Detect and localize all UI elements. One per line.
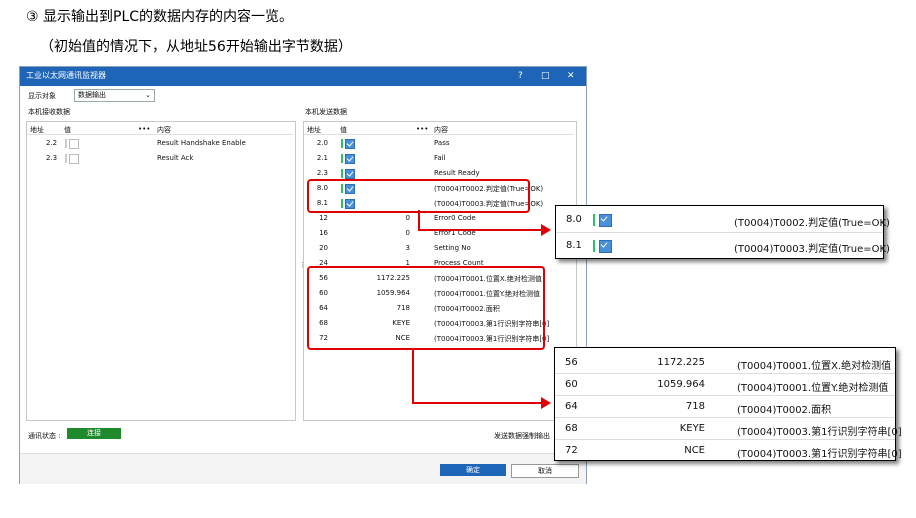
zoom-row-divider: [555, 439, 895, 440]
send-row-checkbox[interactable]: [345, 169, 355, 179]
zoom-value-content: (T0004)T0003.第1行识别字符串[0]: [737, 449, 902, 460]
bit-indicator: [341, 169, 343, 178]
window-title: 工业以太网通讯监视器: [26, 71, 106, 80]
send-row-content: Fail: [434, 154, 446, 162]
zoom-value: NCE: [684, 445, 705, 456]
arrow-values-head: [541, 397, 551, 409]
receive-row-address: 2.3: [46, 154, 58, 162]
highlight-bits: [307, 179, 530, 213]
zoom-value: 1172.225: [657, 357, 705, 368]
zoom-values-panel: 56 1172.225 (T0004)T0001.位置X.绝对检测值 60 10…: [554, 347, 902, 461]
zoom-value-address: 56: [565, 357, 578, 368]
zoom-value: 1059.964: [657, 379, 705, 390]
send-header-divider: [304, 134, 574, 135]
zoom-bit-checkbox: [599, 240, 612, 253]
zoom-bit-address: 8.0: [566, 214, 582, 225]
send-row-content: Result Ready: [434, 169, 480, 177]
zoom-bit-checkbox: [599, 214, 612, 227]
arrow-bits-line: [418, 229, 542, 231]
send-force-output-label: 发送数据强制输出: [494, 432, 550, 440]
zoom-row-divider: [555, 373, 895, 374]
send-row-content: Pass: [434, 139, 450, 147]
receive-row-checkbox[interactable]: [69, 139, 79, 149]
caption-step: ③ 显示输出到PLC的数据内存的内容一览。: [26, 9, 294, 25]
zoom-value-address: 64: [565, 401, 578, 412]
panel-splitter[interactable]: ⋮: [299, 261, 306, 269]
receive-row-checkbox[interactable]: [69, 154, 79, 164]
close-icon[interactable]: ✕: [567, 70, 575, 82]
bit-indicator: [65, 154, 67, 163]
receive-table[interactable]: [26, 121, 296, 421]
arrow-values-stem: [412, 348, 414, 404]
zoom-value-content: (T0004)T0003.第1行识别字符串[0]: [737, 427, 902, 438]
zoom-bits-panel: 8.0 (T0004)T0002.判定值(True=OK) 8.1 (T0004…: [555, 205, 890, 259]
receive-header-divider: [27, 134, 293, 135]
zoom-row-divider: [556, 232, 883, 233]
zoom-row-divider: [555, 395, 895, 396]
display-target-value: 数据输出: [78, 91, 106, 99]
maximize-icon[interactable]: □: [541, 70, 550, 82]
zoom-value: 718: [685, 401, 705, 412]
receive-row-content: Result Ack: [157, 154, 194, 162]
zoom-bit-content: (T0004)T0002.判定值(True=OK): [734, 218, 890, 229]
send-col-more[interactable]: •••: [416, 125, 428, 133]
send-section-label: 本机发送数据: [305, 108, 347, 116]
send-row-address: 2.3: [316, 169, 328, 177]
display-target-label: 显示对象: [28, 92, 56, 100]
arrow-bits-head: [541, 224, 551, 236]
title-bar: 工业以太网通讯监视器 ? □ ✕: [20, 67, 586, 86]
bit-indicator: [593, 214, 595, 226]
send-row-value: 0: [405, 214, 410, 222]
receive-row-address: 2.2: [46, 139, 58, 147]
send-row-checkbox[interactable]: [345, 154, 355, 164]
cancel-button[interactable]: 取消: [511, 464, 579, 478]
receive-section-label: 本机接收数据: [28, 108, 70, 116]
caption-note: （初始值的情况下，从地址56开始输出字节数据）: [40, 39, 352, 55]
zoom-value-address: 72: [565, 445, 578, 456]
bit-indicator: [341, 154, 343, 163]
zoom-value-address: 60: [565, 379, 578, 390]
arrow-bits-stem: [418, 210, 420, 231]
comm-status-label: 通讯状态 :: [28, 432, 61, 440]
zoom-bit-address: 8.1: [566, 240, 582, 251]
send-row-content: Setting No: [434, 244, 471, 252]
bit-indicator: [341, 139, 343, 148]
ok-button[interactable]: 确定: [440, 464, 506, 476]
receive-col-more[interactable]: •••: [138, 125, 150, 133]
receive-row-content: Result Handshake Enable: [157, 139, 246, 147]
zoom-value: KEYE: [679, 423, 705, 434]
display-target-select[interactable]: 数据输出 ⌄: [74, 89, 155, 102]
send-row-value: 3: [405, 244, 410, 252]
send-row-address: 12: [319, 214, 328, 222]
send-row-address: 2.0: [316, 139, 328, 147]
send-row-address: 2.1: [316, 154, 328, 162]
zoom-bit-content: (T0004)T0003.判定值(True=OK): [734, 244, 890, 255]
send-row-checkbox[interactable]: [345, 139, 355, 149]
send-row-content: Error0 Code: [434, 214, 476, 222]
zoom-value-content: (T0004)T0002.面积: [737, 405, 832, 416]
zoom-row-divider: [555, 417, 895, 418]
zoom-value-content: (T0004)T0001.位置Y.绝对检测值: [737, 383, 889, 394]
bit-indicator: [65, 139, 67, 148]
arrow-values-line: [412, 402, 542, 404]
send-row-address: 20: [319, 244, 328, 252]
help-icon[interactable]: ?: [518, 70, 523, 82]
send-row-address: 16: [319, 229, 328, 237]
zoom-value-content: (T0004)T0001.位置X.绝对检测值: [737, 361, 892, 372]
chevron-down-icon: ⌄: [145, 91, 151, 99]
bit-indicator: [593, 240, 595, 252]
zoom-value-address: 68: [565, 423, 578, 434]
send-row-value: 0: [405, 229, 410, 237]
comm-status-badge: 连接: [67, 428, 121, 439]
highlight-values: [307, 266, 545, 350]
